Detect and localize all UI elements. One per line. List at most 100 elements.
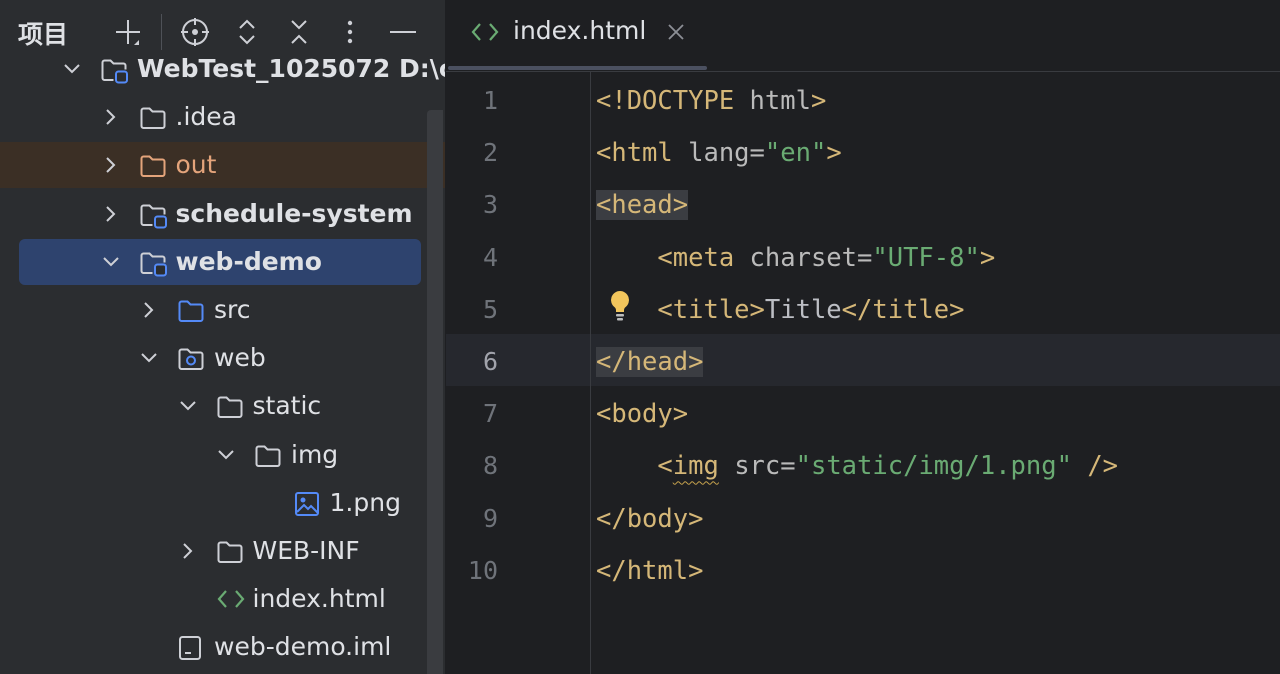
code-token: > bbox=[979, 242, 996, 273]
code-token: = bbox=[749, 138, 765, 169]
tree-item-label: static bbox=[252, 391, 322, 421]
code-token: > bbox=[810, 86, 827, 116]
code-token: <!DOCTYPE bbox=[596, 86, 750, 116]
chevron-down-icon[interactable] bbox=[62, 59, 82, 79]
module-icon bbox=[100, 57, 128, 84]
tree-item-label: out bbox=[175, 150, 217, 180]
code-token: = bbox=[857, 242, 873, 273]
code-line[interactable]: <head> bbox=[596, 179, 689, 231]
tree-item-static[interactable]: static bbox=[0, 383, 427, 429]
iml-file-icon bbox=[177, 635, 205, 661]
expand-all-icon[interactable] bbox=[231, 16, 263, 48]
line-number: 2 bbox=[482, 138, 498, 168]
code-token: </title> bbox=[841, 294, 965, 325]
project-panel: 项目 WebTest_1025072 D:\co .idea out schedule… bbox=[0, 0, 445, 674]
module-icon bbox=[139, 202, 167, 229]
tree-item-web-inf[interactable]: WEB-INF bbox=[0, 528, 427, 574]
tree-scrollbar[interactable] bbox=[427, 110, 443, 674]
chevron-right-icon[interactable] bbox=[101, 204, 121, 224]
line-number: 7 bbox=[482, 399, 498, 429]
line-number: 5 bbox=[482, 294, 498, 324]
tree-item-1-png[interactable]: 1.png bbox=[0, 480, 427, 526]
chevron-right-icon[interactable] bbox=[101, 107, 121, 127]
code-token: </head> bbox=[596, 347, 704, 377]
tree-item-label: web-demo.iml bbox=[214, 632, 392, 662]
code-line[interactable]: </body> bbox=[596, 493, 703, 545]
close-icon[interactable] bbox=[664, 20, 688, 44]
image-file-icon bbox=[293, 491, 321, 517]
chevron-down-icon[interactable] bbox=[178, 396, 198, 416]
locate-icon[interactable] bbox=[179, 16, 211, 48]
tree-item-web-demo-iml[interactable]: web-demo.iml bbox=[0, 624, 427, 670]
code-token: src bbox=[734, 451, 781, 482]
folder-icon bbox=[254, 443, 282, 469]
code-token: img bbox=[672, 451, 719, 482]
html-file-icon bbox=[216, 587, 244, 613]
tree-item-webtest-1025072-d-co[interactable]: WebTest_1025072 D:\co bbox=[0, 46, 445, 92]
tree-item-out[interactable]: out bbox=[0, 142, 445, 189]
code-token: Title bbox=[764, 294, 842, 325]
line-number: 6 bbox=[482, 347, 498, 376]
code-token: <head> bbox=[596, 190, 689, 221]
line-number: 9 bbox=[482, 503, 498, 533]
lightbulb-icon[interactable] bbox=[608, 289, 632, 323]
web-folder-icon bbox=[177, 346, 205, 372]
folder-icon bbox=[216, 394, 244, 420]
tab-index-html[interactable]: index.html bbox=[446, 0, 708, 71]
line-number: 1 bbox=[482, 86, 498, 115]
line-number: 8 bbox=[482, 451, 498, 481]
chevron-down-icon[interactable] bbox=[216, 445, 236, 465]
tree-item-label: WEB-INF bbox=[252, 536, 360, 565]
chevron-right-icon[interactable] bbox=[101, 155, 121, 175]
collapse-all-icon[interactable] bbox=[283, 16, 315, 48]
tree-item-web-demo[interactable]: web-demo bbox=[19, 238, 421, 285]
editor-tab-bar: index.html bbox=[446, 0, 1280, 72]
chevron-down-icon[interactable] bbox=[101, 252, 121, 272]
code-token: < bbox=[657, 451, 673, 482]
tree-item-label: web-demo bbox=[175, 246, 322, 276]
tree-item-label: schedule-system bbox=[175, 198, 413, 228]
code-line[interactable]: <title>Title</title> bbox=[596, 284, 964, 336]
line-number: 4 bbox=[482, 242, 498, 272]
code-token: html bbox=[749, 86, 811, 116]
folder-icon bbox=[216, 539, 244, 565]
tree-item-schedule-system[interactable]: schedule-system bbox=[0, 191, 427, 237]
tree-item-src[interactable]: src bbox=[0, 287, 427, 333]
chevron-down-icon[interactable] bbox=[139, 348, 159, 368]
code-token: "en" bbox=[764, 138, 827, 169]
tree-item-label: img bbox=[291, 439, 339, 469]
project-tree: WebTest_1025072 D:\co .idea out schedule-sy… bbox=[0, 54, 445, 674]
line-number: 3 bbox=[482, 190, 498, 220]
tree-item-label: src bbox=[214, 295, 251, 324]
hide-icon[interactable] bbox=[387, 16, 419, 48]
code-line[interactable]: </head> bbox=[596, 336, 704, 388]
tree-item-label: web bbox=[214, 343, 266, 373]
line-number-gutter: 1 2 3 4 5 6 7 8 9 10 bbox=[446, 72, 590, 674]
chevron-right-icon[interactable] bbox=[178, 541, 198, 561]
code-token: <meta bbox=[657, 242, 750, 273]
tree-item-img[interactable]: img bbox=[0, 432, 427, 478]
code-line[interactable]: <meta charset="UTF-8"> bbox=[596, 232, 995, 284]
tree-item-label: 1.png bbox=[329, 487, 401, 517]
chevron-right-icon[interactable] bbox=[139, 300, 159, 320]
module-icon bbox=[139, 250, 167, 277]
code-line[interactable]: <img src="static/img/1.png" /> bbox=[596, 440, 1118, 492]
code-token: "static/img/1.png" bbox=[795, 451, 1072, 482]
code-token: > bbox=[826, 138, 842, 169]
code-token: lang bbox=[688, 138, 750, 169]
code-token: charset bbox=[749, 242, 858, 273]
tab-label: index.html bbox=[513, 16, 647, 45]
code-line[interactable]: </html> bbox=[596, 545, 703, 597]
add-icon[interactable] bbox=[112, 16, 144, 48]
tree-item-index-html[interactable]: index.html bbox=[0, 576, 427, 622]
tree-item-idea[interactable]: .idea bbox=[0, 94, 427, 140]
code-line[interactable]: <html lang="en"> bbox=[596, 127, 842, 179]
gutter-divider bbox=[590, 72, 591, 674]
code-line[interactable]: <!DOCTYPE html> bbox=[596, 75, 826, 127]
line-number: 10 bbox=[467, 555, 498, 585]
tree-item-web[interactable]: web bbox=[0, 335, 427, 381]
more-icon[interactable] bbox=[334, 16, 366, 48]
code-token: /> bbox=[1071, 451, 1119, 482]
code-line[interactable]: <body> bbox=[596, 388, 688, 440]
